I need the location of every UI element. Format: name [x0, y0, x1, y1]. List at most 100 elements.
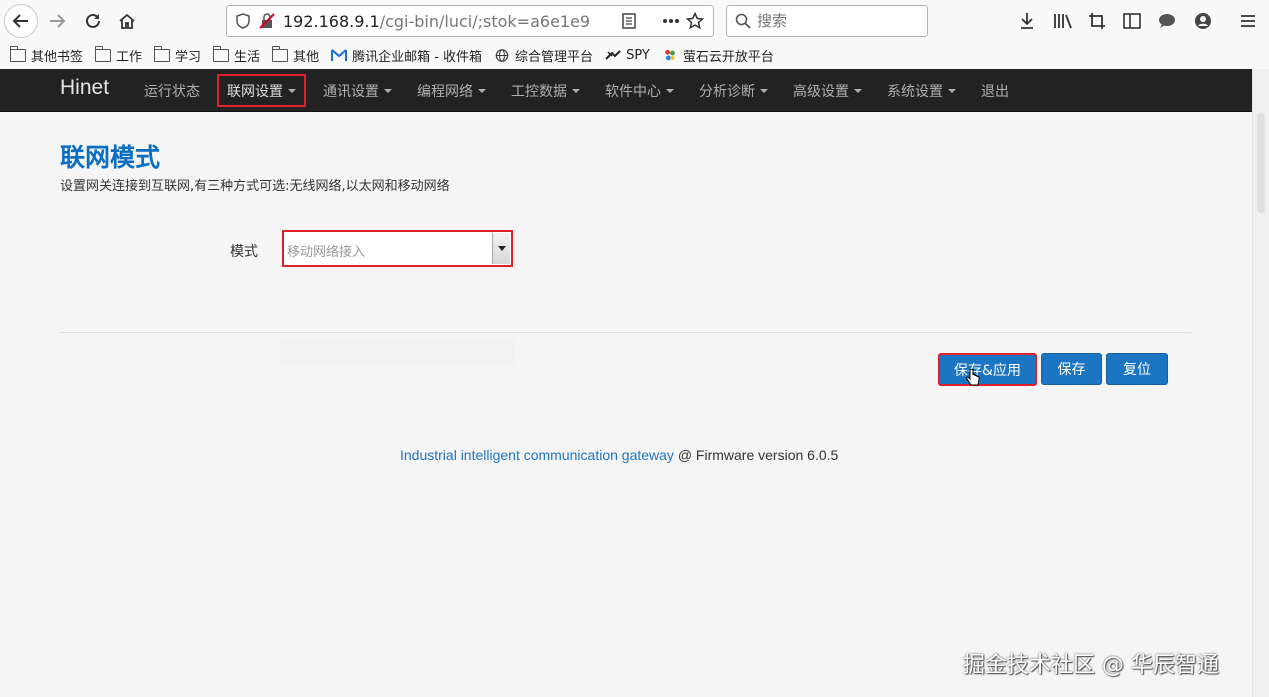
menu-item-logout[interactable]: 退出 — [973, 69, 1017, 112]
menu-item-communication[interactable]: 通讯设置 — [315, 69, 400, 112]
bookmark-label: 工作 — [116, 50, 143, 65]
globe-icon — [495, 49, 509, 62]
bookmark-folder[interactable]: 工作 — [95, 46, 142, 65]
downloads-button[interactable] — [1012, 6, 1042, 36]
save-apply-button[interactable]: 保存&应用 — [938, 353, 1037, 386]
caret-down-icon — [948, 88, 956, 93]
menu-button[interactable] — [1233, 6, 1263, 36]
caret-down-icon — [760, 88, 768, 93]
dropdown-arrow-icon[interactable] — [492, 233, 510, 264]
main-menu: 运行状态 联网设置 通讯设置 编程网络 工控数据 软件中心 分析诊断 高级设置 … — [136, 69, 1026, 112]
menu-item-advanced[interactable]: 高级设置 — [785, 69, 870, 112]
folder-icon — [10, 46, 26, 62]
folder-icon — [272, 46, 289, 62]
bookmark-label: 生活 — [234, 50, 261, 65]
reload-button[interactable] — [78, 6, 108, 36]
reload-icon — [86, 13, 100, 28]
page-content: 联网模式 设置网关连接到互联网,有三种方式可选:无线网络,以太网和移动网络 模式… — [0, 112, 1252, 697]
menu-item-software-center[interactable]: 软件中心 — [597, 69, 682, 112]
screenshot-button[interactable] — [1082, 6, 1112, 36]
page-title: 联网模式 — [60, 143, 161, 172]
bookmark-label: 其他书签 — [31, 50, 84, 65]
ezviz-icon — [664, 49, 675, 61]
footer-link[interactable]: Industrial intelligent communication gat… — [400, 447, 674, 463]
menu-item-label: 分析诊断 — [699, 83, 755, 100]
menu-item-system[interactable]: 系统设置 — [879, 69, 964, 112]
mail-logo-icon — [331, 49, 348, 61]
url-path: /cgi-bin/luci/;stok=a6e1e9 — [379, 11, 591, 31]
footer-version: @ Firmware version 6.0.5 — [673, 447, 839, 463]
menu-item-status[interactable]: 运行状态 — [136, 69, 208, 112]
library-button[interactable] — [1048, 6, 1078, 36]
brand-logo[interactable]: Hinet — [60, 76, 109, 100]
spy-icon — [605, 50, 621, 60]
caret-down-icon — [666, 88, 674, 93]
bookmarks-bar: 其他书签 工作 学习 生活 其他 腾讯企业邮箱 - 收件箱 综合管理平台 SPY… — [0, 42, 1269, 69]
hamburger-icon — [1241, 15, 1255, 27]
bookmark-link[interactable]: 综合管理平台 — [494, 46, 593, 65]
star-bookmark-icon[interactable] — [683, 9, 707, 33]
url-text[interactable]: 192.168.9.1/cgi-bin/luci/;stok=a6e1e9 — [283, 12, 593, 31]
bookmark-folder[interactable]: 其他 — [272, 46, 319, 65]
home-icon — [119, 13, 135, 29]
back-button[interactable] — [4, 4, 38, 38]
reset-button[interactable]: 复位 — [1106, 353, 1168, 385]
scrollbar-thumb[interactable] — [1257, 113, 1265, 213]
page-actions-icon[interactable] — [659, 9, 683, 33]
bookmark-folder[interactable]: 学习 — [154, 46, 201, 65]
sidebar-button[interactable] — [1117, 6, 1147, 36]
chat-button[interactable] — [1152, 6, 1182, 36]
address-bar[interactable]: 192.168.9.1/cgi-bin/luci/;stok=a6e1e9 — [226, 5, 714, 37]
bookmark-link[interactable]: SPY — [605, 48, 650, 63]
menu-item-network[interactable]: 联网设置 — [217, 74, 306, 107]
footer: Industrial intelligent communication gat… — [400, 447, 838, 463]
menu-item-programming-network[interactable]: 编程网络 — [409, 69, 494, 112]
home-button[interactable] — [112, 6, 142, 36]
bookmark-link[interactable]: 腾讯企业邮箱 - 收件箱 — [331, 46, 482, 65]
library-icon — [1054, 14, 1072, 29]
bookmark-label: 腾讯企业邮箱 - 收件箱 — [352, 50, 483, 65]
download-icon — [1021, 13, 1033, 29]
watermark-text: 掘金技术社区 @ 华辰智通 — [963, 653, 1219, 678]
mode-select-value: 移动网络接入 — [287, 245, 366, 260]
bookmark-link[interactable]: 萤石云开放平台 — [662, 46, 774, 65]
insecure-lock-icon[interactable] — [255, 9, 279, 33]
forward-button[interactable] — [42, 6, 72, 36]
bookmark-folder[interactable]: 其他书签 — [10, 46, 83, 65]
menu-item-label: 编程网络 — [417, 83, 473, 100]
folder-icon — [95, 46, 112, 62]
menu-item-industrial-data[interactable]: 工控数据 — [503, 69, 588, 112]
bookmark-folder[interactable]: 生活 — [213, 46, 260, 65]
page-description: 设置网关连接到互联网,有三种方式可选:无线网络,以太网和移动网络 — [60, 179, 450, 194]
bookmark-label: 萤石云开放平台 — [682, 50, 774, 65]
sidebar-icon — [1123, 13, 1141, 29]
chat-icon — [1159, 14, 1175, 28]
menu-item-label: 通讯设置 — [323, 83, 379, 100]
menu-item-label: 联网设置 — [227, 83, 283, 100]
search-input[interactable] — [757, 12, 917, 30]
caret-down-icon — [572, 88, 580, 93]
hand-cursor-icon — [966, 369, 980, 386]
browser-toolbar: 192.168.9.1/cgi-bin/luci/;stok=a6e1e9 — [0, 0, 1269, 42]
bookmark-label: SPY — [626, 48, 650, 63]
crop-icon — [1089, 13, 1105, 29]
bookmark-label: 综合管理平台 — [515, 50, 594, 65]
save-button[interactable]: 保存 — [1041, 353, 1102, 385]
menu-item-diagnostics[interactable]: 分析诊断 — [691, 69, 776, 112]
shield-icon[interactable] — [231, 9, 255, 33]
reader-mode-icon[interactable] — [617, 9, 641, 33]
bookmark-label: 学习 — [175, 50, 202, 65]
menu-item-label: 系统设置 — [887, 83, 943, 100]
caret-down-icon — [288, 88, 296, 93]
account-icon — [1195, 13, 1211, 29]
account-button[interactable] — [1188, 6, 1218, 36]
folder-icon — [213, 46, 230, 62]
caret-down-icon — [384, 88, 392, 93]
mode-label: 模式 — [230, 244, 258, 260]
faded-field-ghost — [280, 340, 514, 364]
caret-down-icon — [478, 88, 486, 93]
search-bar[interactable] — [726, 5, 928, 37]
mode-select[interactable]: 移动网络接入 — [282, 230, 513, 267]
page-scrollbar[interactable] — [1252, 69, 1269, 697]
url-host: 192.168.9.1 — [283, 11, 380, 31]
